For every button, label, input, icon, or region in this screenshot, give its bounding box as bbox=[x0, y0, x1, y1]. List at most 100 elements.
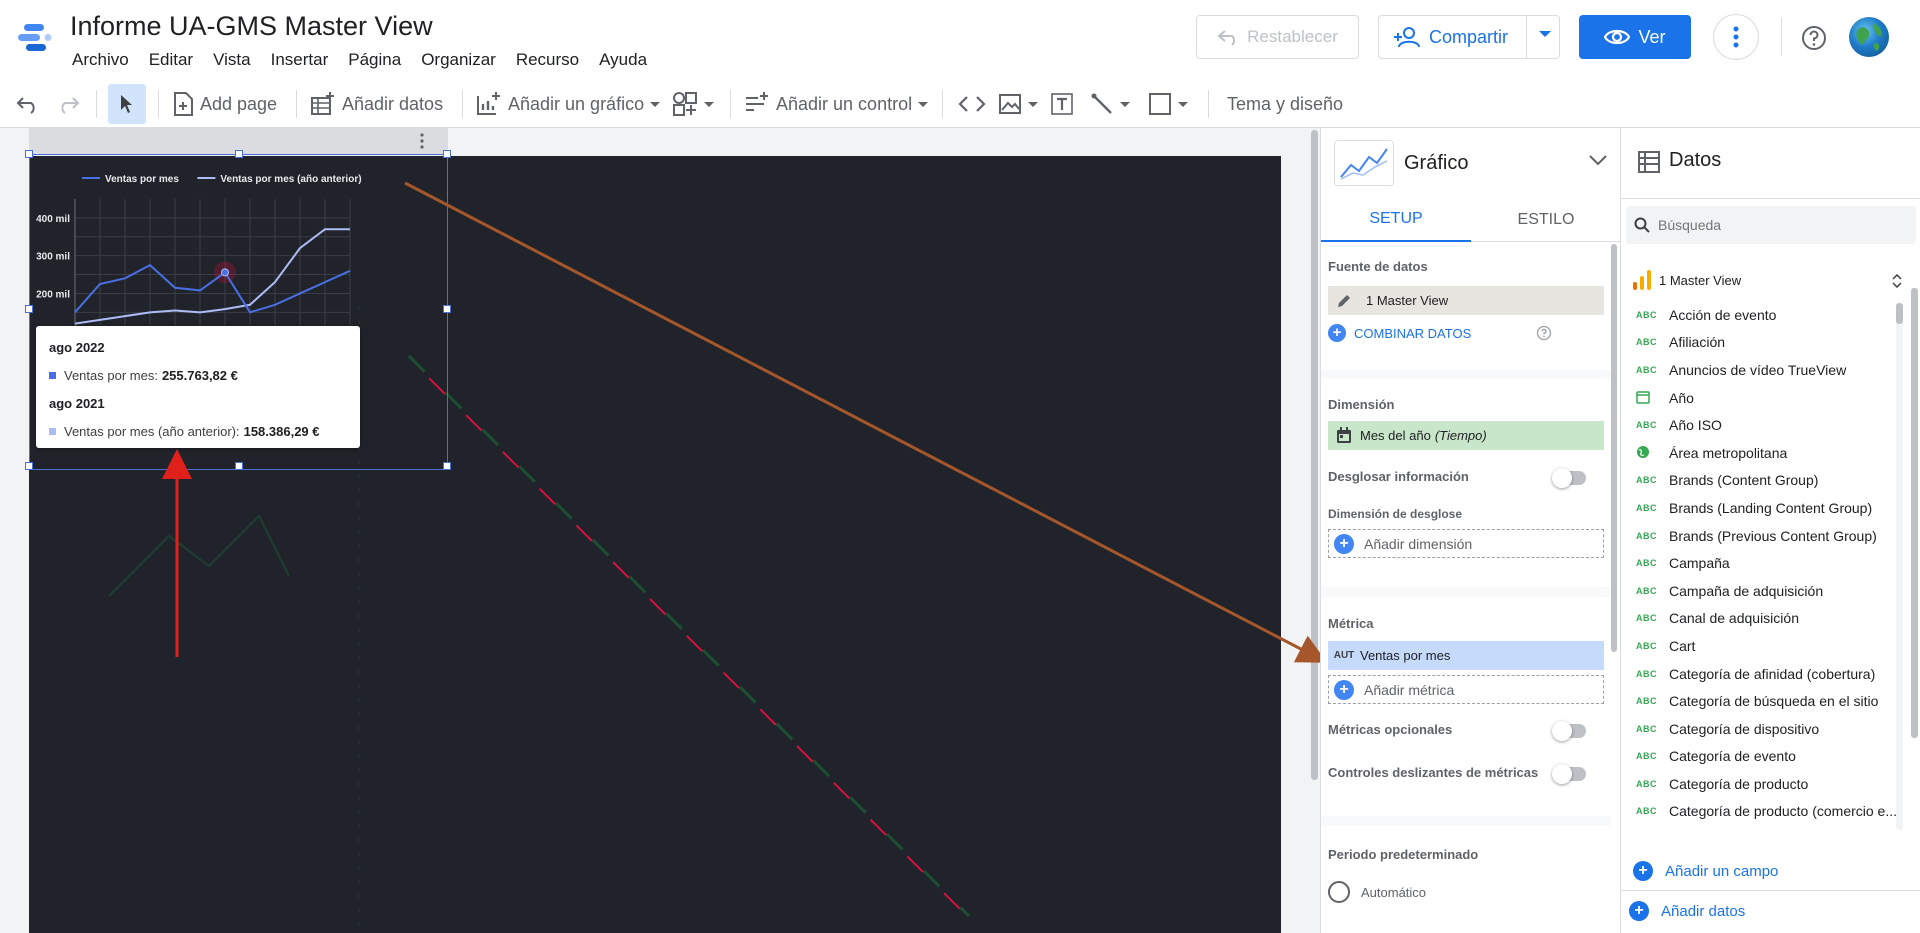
redo-icon bbox=[61, 97, 80, 114]
user-avatar[interactable] bbox=[1849, 17, 1889, 57]
resize-handle-right[interactable] bbox=[443, 305, 451, 313]
data-panel-title: Datos bbox=[1669, 149, 1722, 171]
series-line[interactable] bbox=[74, 228, 350, 325]
tab-setup[interactable]: SETUP bbox=[1321, 198, 1471, 242]
field-item[interactable]: ABC Categoría de dispositivo bbox=[1621, 715, 1911, 743]
field-list-scrollbar[interactable] bbox=[1896, 303, 1903, 324]
embed-button[interactable] bbox=[958, 84, 986, 124]
properties-scrollbar[interactable] bbox=[1611, 244, 1617, 652]
field-item[interactable]: ABC Categoría de afinidad (cobertura) bbox=[1621, 660, 1911, 688]
view-button[interactable]: Ver bbox=[1579, 15, 1691, 59]
field-item[interactable]: ABC Canal de adquisición bbox=[1621, 605, 1911, 633]
line-button[interactable] bbox=[1090, 84, 1130, 124]
text-button[interactable] bbox=[1050, 84, 1074, 124]
field-item[interactable]: ABC Afiliación bbox=[1621, 329, 1911, 357]
field-item[interactable]: ABC Categoría de búsqueda en el sitio bbox=[1621, 687, 1911, 715]
menu-vista[interactable]: Vista bbox=[203, 48, 261, 72]
field-item[interactable]: ABC Brands (Content Group) bbox=[1621, 467, 1911, 495]
series-line[interactable] bbox=[74, 263, 351, 314]
field-item[interactable]: Área metropolitana bbox=[1621, 439, 1911, 467]
radio-icon[interactable] bbox=[1328, 881, 1350, 903]
field-item[interactable]: ABC Categoría de producto bbox=[1621, 770, 1911, 798]
field-item[interactable]: ABC Brands (Previous Content Group) bbox=[1621, 522, 1911, 550]
help-icon[interactable] bbox=[1798, 22, 1830, 54]
add-control-button[interactable]: Añadir un control bbox=[744, 84, 929, 124]
resize-handle-left[interactable] bbox=[25, 305, 33, 313]
data-panel-scrollbar[interactable] bbox=[1911, 288, 1918, 738]
add-metric-button[interactable]: + Añadir métrica bbox=[1328, 675, 1604, 704]
field-item[interactable]: ABC Categoría de producto (comercio e... bbox=[1621, 798, 1911, 826]
blend-data-button[interactable]: + COMBINAR DATOS bbox=[1328, 324, 1471, 342]
optional-metrics-toggle[interactable] bbox=[1552, 721, 1586, 741]
menu-archivo[interactable]: Archivo bbox=[62, 48, 139, 72]
theme-button[interactable]: Tema y diseño bbox=[1227, 84, 1343, 124]
pencil-icon[interactable] bbox=[1328, 286, 1360, 315]
share-button[interactable]: Compartir bbox=[1378, 15, 1560, 59]
add-person-icon bbox=[1394, 27, 1420, 48]
chevron-down-icon[interactable] bbox=[1589, 154, 1607, 166]
add-dimension-button[interactable]: + Añadir dimensión bbox=[1328, 529, 1604, 558]
data-source-row[interactable]: 1 Master View bbox=[1621, 264, 1920, 296]
canvas-scrollbar[interactable] bbox=[1311, 130, 1318, 780]
field-item[interactable]: ABC Categoría de evento bbox=[1621, 743, 1911, 771]
resize-handle-bottom-right[interactable] bbox=[443, 462, 451, 470]
reset-button[interactable]: Restablecer bbox=[1196, 15, 1359, 59]
looker-studio-logo[interactable] bbox=[16, 18, 56, 58]
field-item[interactable]: ABC Campaña de adquisición bbox=[1621, 577, 1911, 605]
metric-aggregation-badge[interactable]: AUT bbox=[1328, 641, 1360, 670]
add-chart-button[interactable]: Añadir un gráfico bbox=[476, 84, 661, 124]
help-outline-icon[interactable] bbox=[1536, 325, 1552, 341]
share-dropdown-icon[interactable] bbox=[1539, 31, 1551, 37]
shape-button[interactable] bbox=[1148, 84, 1188, 124]
redo-button[interactable] bbox=[56, 84, 80, 124]
resize-handle-bottom[interactable] bbox=[235, 462, 243, 470]
menu-insertar[interactable]: Insertar bbox=[261, 48, 339, 72]
resize-handle-top-left[interactable] bbox=[25, 150, 33, 158]
add-page-button[interactable]: Add page bbox=[172, 84, 277, 124]
image-button[interactable] bbox=[998, 84, 1038, 124]
menu-recurso[interactable]: Recurso bbox=[506, 48, 589, 72]
collapse-icon[interactable] bbox=[1891, 274, 1903, 288]
add-data-button[interactable]: Añadir datos bbox=[310, 84, 443, 124]
dimension-chip[interactable]: Mes del año (Tiempo) bbox=[1328, 421, 1604, 450]
cursor-icon bbox=[121, 95, 132, 113]
undo-button[interactable] bbox=[16, 84, 40, 124]
add-field-button[interactable]: + Añadir un campo bbox=[1633, 861, 1778, 881]
drilldown-toggle[interactable] bbox=[1552, 468, 1586, 488]
resize-handle-bottom-left[interactable] bbox=[25, 462, 33, 470]
series-swatch-icon bbox=[49, 372, 56, 379]
field-name: Brands (Landing Content Group) bbox=[1669, 499, 1873, 516]
menu-organizar[interactable]: Organizar bbox=[411, 48, 506, 72]
more-options-button[interactable] bbox=[1713, 14, 1759, 60]
field-item[interactable]: ABC Año ISO bbox=[1621, 411, 1911, 439]
field-item[interactable]: ABC Cart bbox=[1621, 632, 1911, 660]
view-label: Ver bbox=[1638, 26, 1666, 47]
add-data-button[interactable]: + Añadir datos bbox=[1629, 901, 1745, 921]
auto-period-option[interactable]: Automático bbox=[1328, 881, 1426, 903]
rectangle-icon bbox=[1149, 93, 1171, 115]
field-item[interactable]: ABC Anuncios de vídeo TrueView bbox=[1621, 356, 1911, 384]
field-item[interactable]: Año bbox=[1621, 384, 1911, 412]
field-item[interactable]: ABCCategoría de tiempo bbox=[1621, 825, 1911, 831]
search-input[interactable] bbox=[1658, 217, 1898, 233]
field-item[interactable]: ABC Campaña bbox=[1621, 549, 1911, 577]
resize-handle-top-right[interactable] bbox=[443, 150, 451, 158]
report-title[interactable]: Informe UA-GMS Master View bbox=[70, 11, 433, 42]
menu-pagina[interactable]: Página bbox=[338, 48, 411, 72]
series-swatch-icon bbox=[49, 428, 56, 435]
tab-style[interactable]: ESTILO bbox=[1471, 198, 1621, 242]
chart-more-icon[interactable] bbox=[416, 132, 428, 150]
select-tool-button[interactable] bbox=[108, 84, 146, 124]
metric-sliders-toggle[interactable] bbox=[1552, 764, 1586, 784]
field-search[interactable] bbox=[1626, 206, 1916, 244]
data-source-chip[interactable]: 1 Master View bbox=[1328, 286, 1604, 315]
metric-chip[interactable]: AUT Ventas por mes bbox=[1328, 641, 1604, 670]
menu-editar[interactable]: Editar bbox=[139, 48, 203, 72]
community-viz-button[interactable] bbox=[672, 84, 714, 124]
menu-ayuda[interactable]: Ayuda bbox=[589, 48, 657, 72]
field-item[interactable]: ABC Acción de evento bbox=[1621, 301, 1911, 329]
eye-icon bbox=[1604, 29, 1631, 45]
chart-type-selector[interactable] bbox=[1334, 140, 1394, 186]
resize-handle-top[interactable] bbox=[235, 150, 243, 158]
field-item[interactable]: ABC Brands (Landing Content Group) bbox=[1621, 494, 1911, 522]
